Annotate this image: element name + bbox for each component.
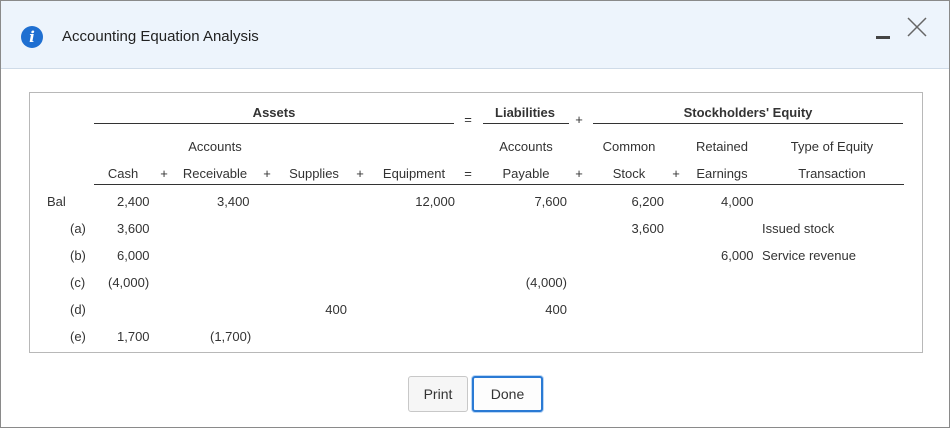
equals-sign-top: =	[464, 112, 472, 127]
row-label: (d)	[70, 302, 86, 317]
minimize-icon	[876, 36, 890, 39]
type-of-equity-header-top: Type of Equity	[790, 139, 874, 154]
receivable-header: Receivable	[182, 166, 248, 181]
cash-header: Cash	[107, 166, 139, 181]
assets-header: Assets	[252, 105, 296, 120]
stock-cell: 6,200	[631, 194, 664, 209]
equals-sign: =	[464, 166, 472, 181]
equity-rule	[593, 123, 903, 124]
header-rule	[94, 184, 904, 185]
cash-cell: 1,700	[117, 329, 150, 344]
done-button[interactable]: Done	[472, 376, 543, 412]
liabilities-rule	[483, 123, 569, 124]
common-stock-header-top: Common	[602, 139, 656, 154]
receivable-cell: (1,700)	[210, 329, 252, 344]
supplies-header: Supplies	[289, 166, 339, 181]
payable-cell: (4,000)	[525, 275, 567, 290]
close-icon	[907, 17, 927, 37]
payable-header: Payable	[502, 166, 550, 181]
supplies-cell: 400	[325, 302, 347, 317]
print-button[interactable]: Print	[408, 376, 468, 412]
equity-type-cell: Issued stock	[762, 221, 835, 236]
info-icon: i	[21, 26, 43, 48]
earnings-cell: 4,000	[721, 194, 754, 209]
earnings-header: Earnings	[696, 166, 748, 181]
row-label: Bal	[47, 194, 66, 209]
stock-header: Stock	[612, 166, 646, 181]
title-bar: i Accounting Equation Analysis	[1, 1, 949, 69]
dialog-title: Accounting Equation Analysis	[62, 28, 259, 45]
stock-cell: 3,600	[631, 221, 664, 236]
cash-cell: (4,000)	[108, 275, 150, 290]
payable-cell: 400	[545, 302, 567, 317]
close-button[interactable]	[905, 15, 929, 39]
equipment-cell: 12,000	[415, 194, 455, 209]
cash-cell: 6,000	[117, 248, 150, 263]
cash-cell: 2,400	[117, 194, 150, 209]
accounts-receivable-header-top: Accounts	[188, 139, 242, 154]
equity-type-cell: Service revenue	[762, 248, 856, 263]
row-label: (e)	[70, 329, 86, 344]
plus-sign: +	[575, 166, 583, 181]
plus-sign: +	[356, 166, 364, 181]
earnings-cell: 6,000	[721, 248, 754, 263]
row-label: (c)	[70, 275, 86, 290]
minimize-button[interactable]	[876, 29, 890, 43]
liabilities-header: Liabilities	[495, 105, 555, 120]
equity-header: Stockholders' Equity	[683, 105, 813, 120]
cash-cell: 3,600	[117, 221, 150, 236]
plus-sign: +	[263, 166, 271, 181]
row-label: (a)	[70, 221, 86, 236]
retained-earnings-header-top: Retained	[695, 139, 749, 154]
plus-sign: +	[672, 166, 680, 181]
receivable-cell: 3,400	[217, 194, 250, 209]
equipment-header: Equipment	[382, 166, 446, 181]
dialog-window: i Accounting Equation Analysis Assets = …	[0, 0, 950, 428]
row-label: (b)	[70, 248, 86, 263]
payable-cell: 7,600	[534, 194, 567, 209]
plus-sign: +	[160, 166, 168, 181]
transaction-header: Transaction	[798, 166, 866, 181]
assets-rule	[94, 123, 454, 124]
plus-sign-top: +	[575, 112, 583, 127]
accounts-payable-header-top: Accounts	[499, 139, 553, 154]
